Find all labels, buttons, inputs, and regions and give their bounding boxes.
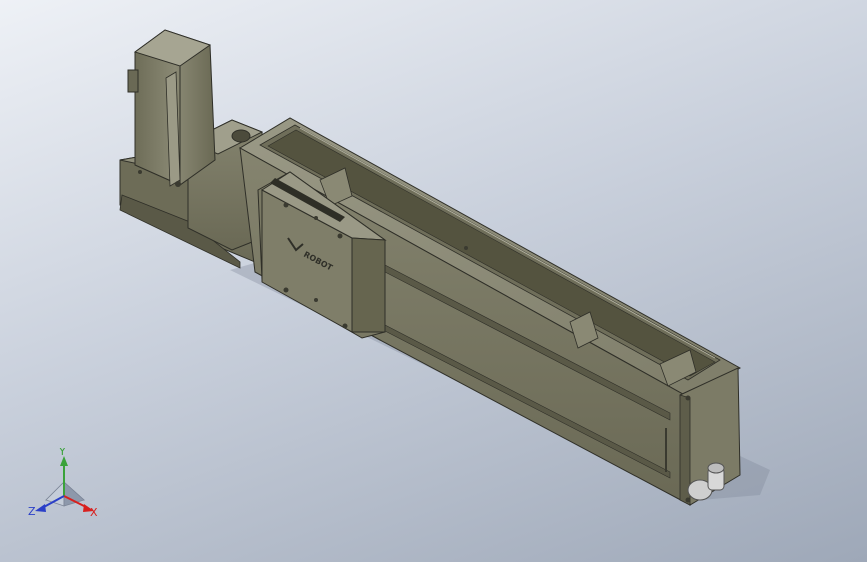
motor-connector xyxy=(127,69,139,93)
carriage-screw xyxy=(283,287,289,293)
end-cap-screw xyxy=(685,497,691,503)
coupling-bore xyxy=(231,129,251,143)
base-screw xyxy=(138,170,142,174)
axis-triad: Y X Z xyxy=(28,448,98,519)
x-axis-label: X xyxy=(90,506,98,519)
carriage-screw xyxy=(314,216,318,220)
z-axis-arrow-icon xyxy=(35,504,46,512)
carriage-screw xyxy=(337,233,343,239)
carriage-screw xyxy=(342,323,348,329)
y-axis-label: Y xyxy=(58,448,66,458)
carriage-screw xyxy=(314,298,318,302)
end-cap-screw xyxy=(685,395,691,401)
carriage-screw xyxy=(283,202,289,208)
z-axis-label: Z xyxy=(28,505,36,518)
motor-screw xyxy=(175,181,181,187)
rail-screw xyxy=(464,246,468,250)
linear-actuator-model[interactable]: ROBOT xyxy=(0,0,867,562)
cad-viewport[interactable]: ROBOT Y X Z xyxy=(0,0,867,562)
servo-motor[interactable] xyxy=(127,29,216,187)
